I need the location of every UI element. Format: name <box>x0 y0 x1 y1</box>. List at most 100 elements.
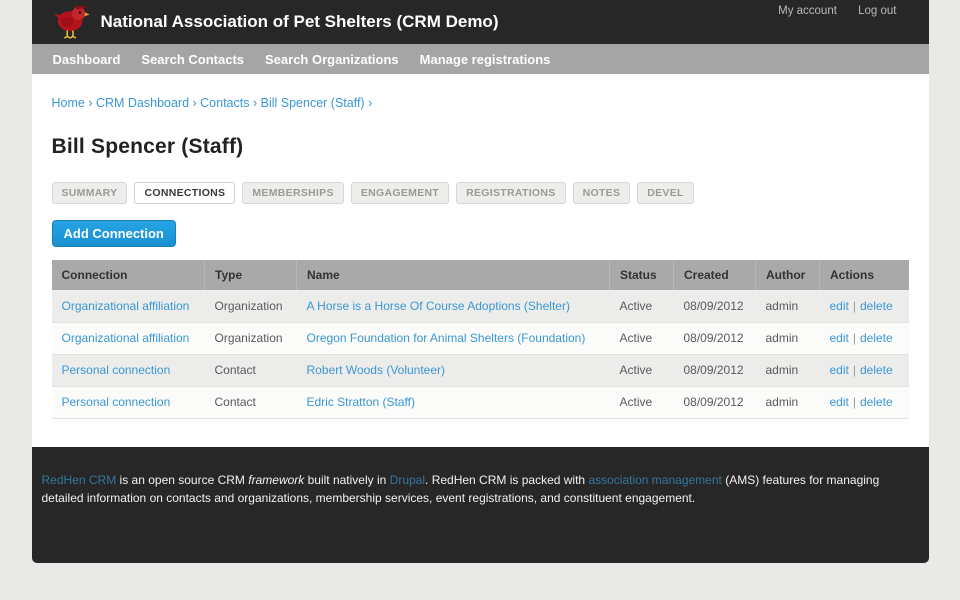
name-link[interactable]: Edric Stratton (Staff) <box>307 395 416 409</box>
footer-italic-text: framework <box>248 473 304 487</box>
column-header-actions: Actions <box>820 260 909 290</box>
edit-link[interactable]: edit <box>830 331 849 345</box>
actions-separator: | <box>853 363 856 377</box>
add-connection-button[interactable]: Add Connection <box>52 220 176 247</box>
name-link[interactable]: Robert Woods (Volunteer) <box>307 363 446 377</box>
main-content: Home › CRM Dashboard › Contacts › Bill S… <box>32 74 929 447</box>
cell-status: Active <box>610 322 674 354</box>
nav-item-manage-registrations[interactable]: Manage registrations <box>420 52 551 67</box>
connections-table: ConnectionTypeNameStatusCreatedAuthorAct… <box>52 260 909 419</box>
cell-created: 08/09/2012 <box>674 386 756 418</box>
cell-connection: Organizational affiliation <box>52 290 205 322</box>
cell-created: 08/09/2012 <box>674 354 756 386</box>
footer-link[interactable]: association management <box>588 473 721 487</box>
delete-link[interactable]: delete <box>860 395 893 409</box>
cell-author: admin <box>756 386 820 418</box>
tab-connections[interactable]: CONNECTIONS <box>134 182 235 204</box>
connection-link[interactable]: Personal connection <box>62 363 171 377</box>
cell-created: 08/09/2012 <box>674 322 756 354</box>
column-header-connection: Connection <box>52 260 205 290</box>
cell-name: Robert Woods (Volunteer) <box>297 354 610 386</box>
breadcrumb-separator: › <box>365 96 373 110</box>
cell-author: admin <box>756 354 820 386</box>
breadcrumb-separator: › <box>250 96 261 110</box>
delete-link[interactable]: delete <box>860 363 893 377</box>
cell-actions: edit | delete <box>820 290 909 322</box>
connections-table-body: Organizational affiliation Organization A … <box>52 290 909 418</box>
cell-status: Active <box>610 290 674 322</box>
main-nav-list: Dashboard Search Contacts Search Organizat… <box>32 44 929 74</box>
footer-plain-text: built natively in <box>304 473 389 487</box>
column-header-type: Type <box>205 260 297 290</box>
table-row: Organizational affiliation Organization Or… <box>52 322 909 354</box>
table-row: Organizational affiliation Organization A … <box>52 290 909 322</box>
actions-separator: | <box>853 299 856 313</box>
column-header-status: Status <box>610 260 674 290</box>
cell-created: 08/09/2012 <box>674 290 756 322</box>
connections-table-head: ConnectionTypeNameStatusCreatedAuthorAct… <box>52 260 909 290</box>
cell-author: admin <box>756 322 820 354</box>
tab-devel[interactable]: DEVEL <box>637 182 694 204</box>
cell-type: Organization <box>205 322 297 354</box>
page-container: National Association of Pet Shelters (CR… <box>32 0 929 563</box>
site-footer: RedHen CRM is an open source CRM framewo… <box>32 447 929 563</box>
column-header-created: Created <box>674 260 756 290</box>
connection-link[interactable]: Organizational affiliation <box>62 331 190 345</box>
breadcrumb: Home › CRM Dashboard › Contacts › Bill S… <box>52 96 909 110</box>
breadcrumb-link[interactable]: CRM Dashboard <box>96 96 189 110</box>
tabs-bar: SUMMARY CONNECTIONS MEMBERSHIPS ENGAGEMENT R… <box>52 182 909 204</box>
actions-separator: | <box>853 395 856 409</box>
account-links: My account Log out <box>760 5 896 17</box>
tab-engagement[interactable]: ENGAGEMENT <box>351 182 449 204</box>
actions-separator: | <box>853 331 856 345</box>
nav-item-dashboard[interactable]: Dashboard <box>53 52 121 67</box>
edit-link[interactable]: edit <box>830 395 849 409</box>
breadcrumb-link[interactable]: Bill Spencer (Staff) <box>261 96 365 110</box>
nav-item-search-organizations[interactable]: Search Organizations <box>265 52 399 67</box>
cell-connection: Personal connection <box>52 354 205 386</box>
cell-actions: edit | delete <box>820 354 909 386</box>
page-title: Bill Spencer (Staff) <box>52 135 909 159</box>
connection-link[interactable]: Personal connection <box>62 395 171 409</box>
column-header-author: Author <box>756 260 820 290</box>
redhen-logo-icon <box>53 3 91 41</box>
breadcrumb-link[interactable]: Contacts <box>200 96 249 110</box>
connection-link[interactable]: Organizational affiliation <box>62 299 190 313</box>
header-row: ConnectionTypeNameStatusCreatedAuthorAct… <box>52 260 909 290</box>
tab-memberships[interactable]: MEMBERSHIPS <box>242 182 343 204</box>
nav-item-search-contacts[interactable]: Search Contacts <box>141 52 244 67</box>
table-row: Personal connectionContactEdric Stratton… <box>52 386 909 418</box>
cell-status: Active <box>610 354 674 386</box>
name-link[interactable]: Oregon Foundation for Animal Shelters (F… <box>307 331 586 345</box>
cell-actions: edit | delete <box>820 386 909 418</box>
edit-link[interactable]: edit <box>830 299 849 313</box>
tab-summary[interactable]: SUMMARY <box>52 182 128 204</box>
delete-link[interactable]: delete <box>860 331 893 345</box>
my-account-link[interactable]: My account <box>778 5 837 17</box>
cell-name: Oregon Foundation for Animal Shelters (F… <box>297 322 610 354</box>
tab-notes[interactable]: NOTES <box>573 182 631 204</box>
cell-name: A Horse is a Horse Of Course Adoptions (… <box>297 290 610 322</box>
breadcrumb-separator: › <box>85 96 96 110</box>
cell-status: Active <box>610 386 674 418</box>
tab-registrations[interactable]: REGISTRATIONS <box>456 182 565 204</box>
footer-text: RedHen CRM is an open source CRM framewo… <box>42 471 917 507</box>
name-link[interactable]: A Horse is a Horse Of Course Adoptions (… <box>307 299 570 313</box>
breadcrumb-separator: › <box>189 96 200 110</box>
cell-type: Organization <box>205 290 297 322</box>
cell-type: Contact <box>205 354 297 386</box>
column-header-name: Name <box>297 260 610 290</box>
footer-link[interactable]: RedHen CRM <box>42 473 117 487</box>
log-out-link[interactable]: Log out <box>858 5 896 17</box>
delete-link[interactable]: delete <box>860 299 893 313</box>
footer-plain-text: . RedHen CRM is packed with <box>425 473 588 487</box>
edit-link[interactable]: edit <box>830 363 849 377</box>
breadcrumb-link[interactable]: Home <box>52 96 85 110</box>
cell-connection: Organizational affiliation <box>52 322 205 354</box>
cell-actions: edit | delete <box>820 322 909 354</box>
footer-link[interactable]: Drupal <box>390 473 425 487</box>
table-row: Personal connection Contact Robert Woods (… <box>52 354 909 386</box>
site-header: National Association of Pet Shelters (CR… <box>32 0 929 44</box>
footer-plain-text: is an open source CRM <box>116 473 248 487</box>
site-title: National Association of Pet Shelters (CR… <box>101 12 499 32</box>
